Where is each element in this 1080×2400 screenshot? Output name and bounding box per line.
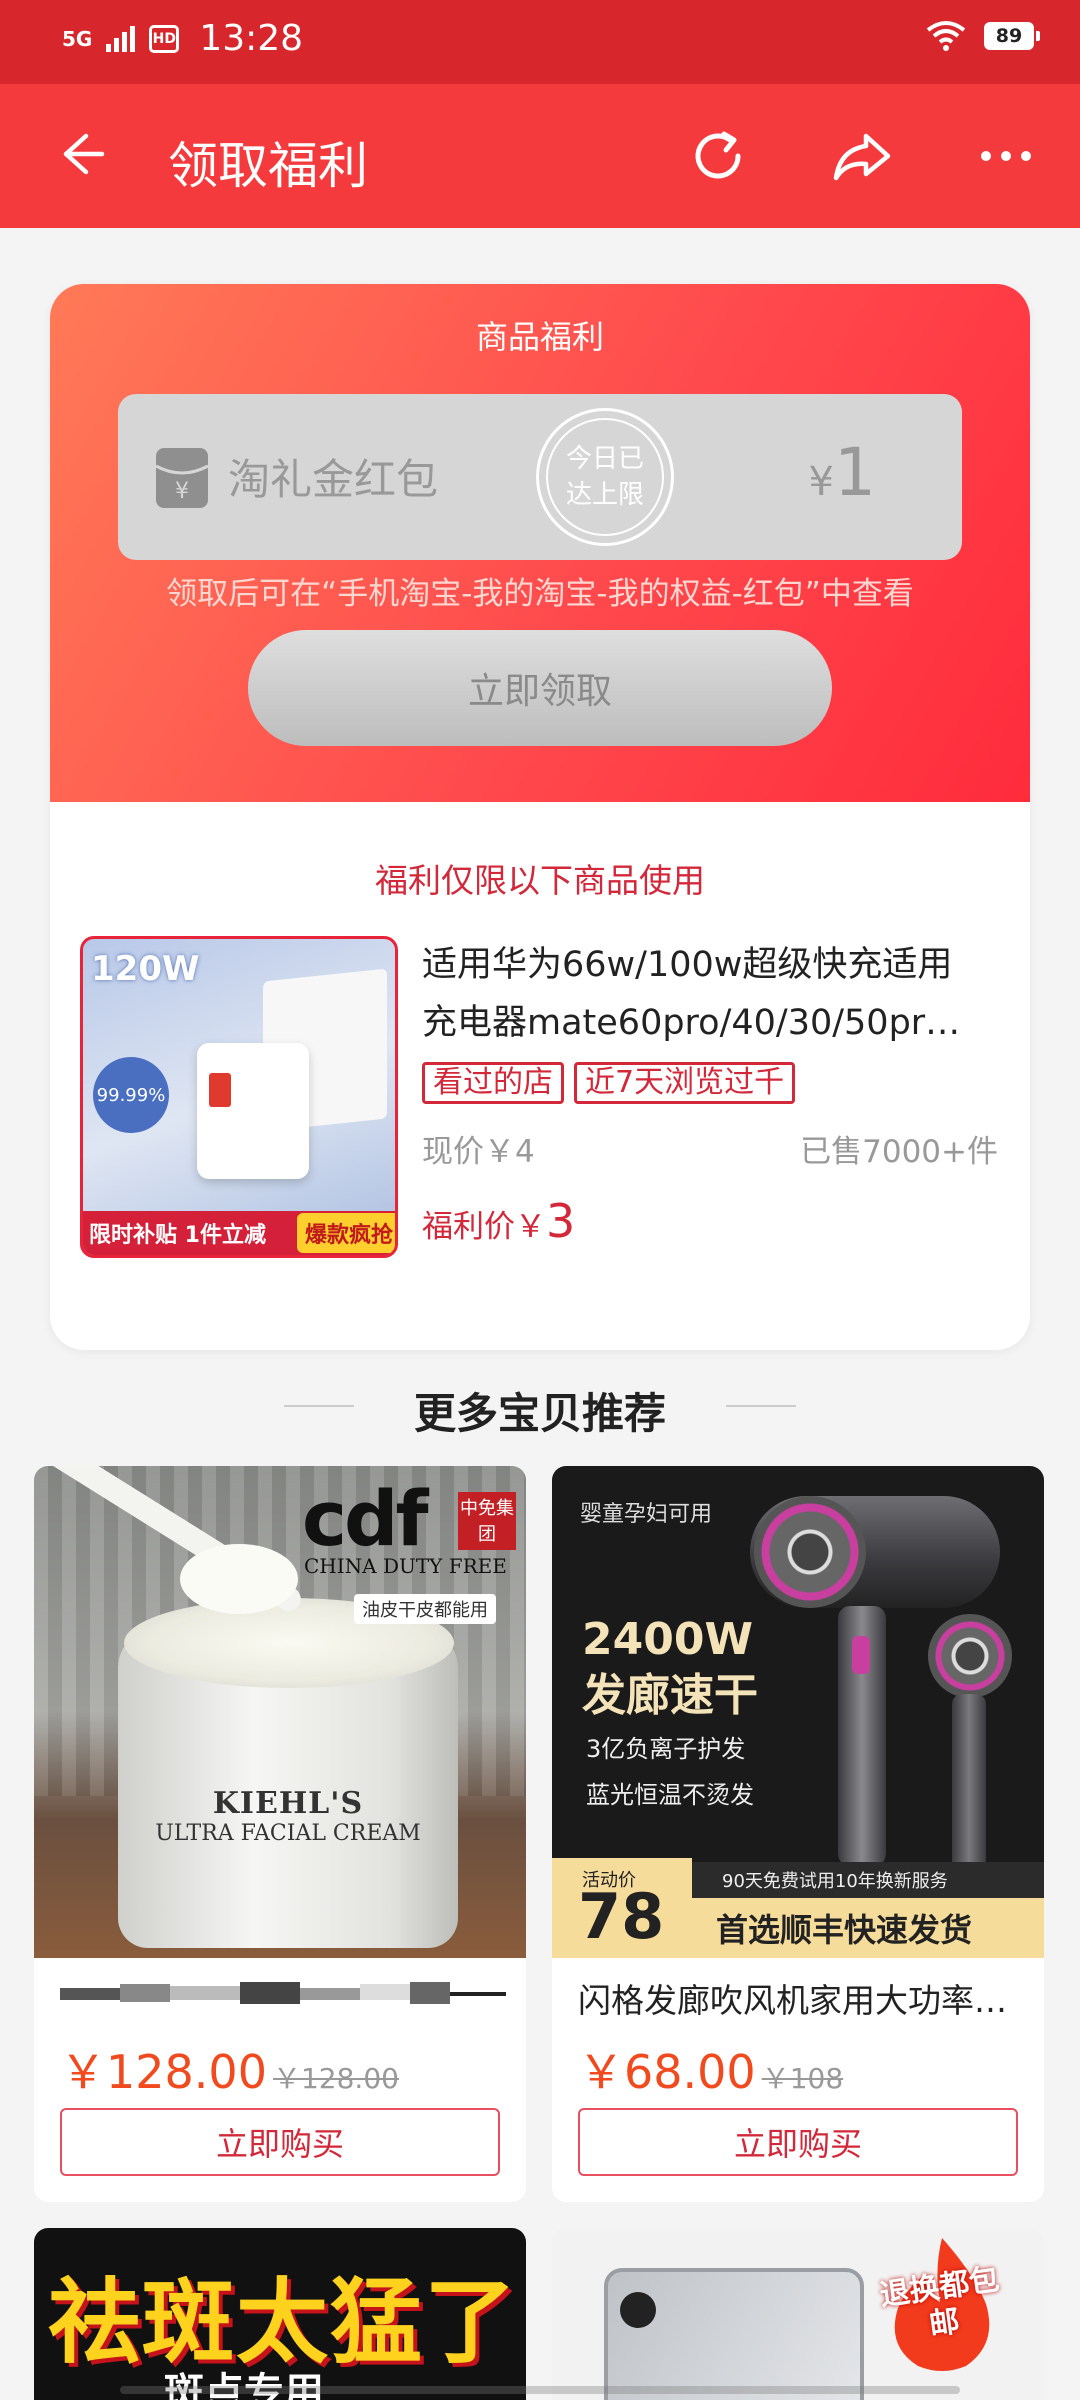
product-image[interactable]: 120W 99.99% 限时补贴 1件立减 爆款疯抢	[80, 936, 398, 1258]
dryer-small-text: 婴童孕妇可用	[580, 1502, 713, 1527]
cdf-tag: 中免集团	[458, 1492, 516, 1550]
product-tags: 看过的店 近7天浏览过千	[422, 1062, 796, 1104]
battery-icon: 89	[984, 22, 1040, 50]
cream-image[interactable]: KIEHL'S ULTRA FACIAL CREAM cdf 中免集团 CHIN…	[34, 1466, 526, 1958]
current-price: 现价￥4	[422, 1134, 535, 1170]
welfare-price-value: 3	[546, 1194, 576, 1248]
image-footer: 限时补贴 1件立减 爆款疯抢	[83, 1211, 395, 1255]
back-arrow-icon[interactable]	[52, 124, 112, 184]
price-current: ￥128.00	[60, 2045, 267, 2099]
image-tag: 120W	[91, 949, 200, 989]
refresh-icon[interactable]	[684, 122, 752, 190]
coupon-amount: ¥1	[809, 434, 876, 511]
red-packet-icon: ¥	[155, 448, 209, 508]
welfare-header: 商品福利 ¥ 淘礼金红包 今日已达上限 ¥1 领取后可在“手机淘宝-我的淘宝-我…	[50, 284, 1030, 802]
product-title[interactable]: 闪格发廊吹风机家用大功率…	[578, 1974, 1024, 2022]
cdf-logo: cdf	[302, 1474, 429, 1563]
cream-chip: 油皮干皮都能用	[354, 1594, 496, 1624]
product-title-line2: 充电器mate60pro/40/30/50pr…	[422, 1003, 961, 1043]
nav-bar: 领取福利	[0, 84, 1080, 228]
stamp-text: 今日已达上限	[546, 418, 664, 536]
clock: 13:28	[199, 18, 304, 59]
dryer-handle	[838, 1606, 886, 1866]
red-packet-coupon: ¥ 淘礼金红包 今日已达上限 ¥1	[118, 394, 962, 560]
jar-product-name: ULTRA FACIAL CREAM	[155, 1821, 421, 1846]
tag-popular: 近7天浏览过千	[574, 1062, 796, 1104]
hd-icon: HD	[149, 24, 180, 53]
cream-blob	[180, 1544, 298, 1614]
amount-value: 1	[834, 434, 876, 511]
product-price: ￥68.00 ￥108	[578, 2036, 843, 2102]
dryer-fan	[754, 1496, 866, 1608]
product-title[interactable]: 适用华为66w/100w超级快充适用 充电器mate60pro/40/30/50…	[422, 936, 982, 1052]
product-card-spot[interactable]: 祛斑太猛了 斑点专用	[34, 2228, 526, 2400]
buy-button[interactable]: 立即购买	[60, 2108, 500, 2176]
svg-text:¥: ¥	[175, 479, 189, 504]
jar-label: KIEHL'S ULTRA FACIAL CREAM	[132, 1786, 444, 1846]
coupon-name: 淘礼金红包	[228, 455, 439, 504]
welfare-price: 福利价￥3	[422, 1194, 575, 1248]
recommend-title: 更多宝贝推荐	[413, 1389, 666, 1438]
promo-price: 78	[578, 1880, 665, 1953]
dryer-subtext-2: 蓝光恒温不烫发	[586, 1781, 754, 1809]
blurred-title-icon	[60, 1982, 506, 2004]
dryer-subtext-1: 3亿负离子护发	[586, 1735, 746, 1763]
sold-count: 已售7000+件	[800, 1134, 998, 1170]
price-current: ￥68.00	[578, 2045, 756, 2099]
product-card-tablet[interactable]: 退换都包邮	[552, 2228, 1044, 2400]
product-card-dryer[interactable]: 婴童孕妇可用 2400W 发廊速干 3亿负离子护发 蓝光恒温不烫发 活动价 78…	[552, 1466, 1044, 2202]
camera-icon	[620, 2292, 656, 2328]
charger-shape	[197, 1043, 309, 1179]
dryer-small-head	[928, 1614, 1012, 1698]
divider-right	[726, 1405, 796, 1407]
price-original: ￥108	[761, 2062, 844, 2095]
more-icon[interactable]	[972, 122, 1040, 190]
currency-symbol: ¥	[808, 459, 834, 505]
tag-visited-store: 看过的店	[422, 1062, 564, 1104]
wifi-icon	[926, 21, 966, 51]
signal-icon	[106, 25, 136, 52]
welfare-heading: 商品福利	[475, 318, 604, 356]
page-title: 领取福利	[168, 137, 368, 195]
dryer-small-handle	[952, 1694, 986, 1884]
promo-right: 首选顺丰快速发货	[692, 1898, 1044, 1958]
dryer-headline: 2400W 发廊速干	[582, 1612, 758, 1724]
network-type: 5G	[62, 26, 93, 51]
image-footer-hot: 爆款疯抢	[296, 1213, 395, 1253]
claim-button[interactable]: 立即领取	[248, 630, 832, 746]
status-bar: 5G HD 13:28 89	[0, 0, 1080, 84]
dryer-subtext: 3亿负离子护发 蓝光恒温不烫发	[586, 1726, 754, 1818]
price-original: ￥128.00	[272, 2062, 399, 2095]
limit-reached-stamp: 今日已达上限	[536, 408, 674, 546]
share-icon[interactable]	[828, 122, 896, 190]
welfare-card: 商品福利 ¥ 淘礼金红包 今日已达上限 ¥1 领取后可在“手机淘宝-我的淘宝-我…	[50, 284, 1030, 1350]
promo-strip: 90天免费试用10年换新服务	[692, 1862, 1044, 1898]
home-indicator	[120, 2386, 960, 2394]
spot-subtext: 斑点专用	[164, 2370, 324, 2400]
image-footer-text: 限时补贴 1件立减	[89, 1223, 266, 1248]
promo-price-box: 活动价 78	[552, 1858, 692, 1958]
welfare-price-label: 福利价￥	[422, 1209, 546, 1245]
product-price: ￥128.00 ￥128.00	[60, 2036, 399, 2102]
dryer-headline-2: 发廊速干	[582, 1670, 758, 1721]
image-badge: 99.99%	[93, 1057, 169, 1133]
jar-brand: KIEHL'S	[212, 1786, 364, 1821]
limit-text: 福利仅限以下商品使用	[375, 861, 705, 900]
cdf-subtitle: CHINA DUTY FREE	[304, 1554, 507, 1578]
claim-note: 领取后可在“手机淘宝-我的淘宝-我的权益-红包”中查看	[166, 576, 914, 612]
product-title-line1: 适用华为66w/100w超级快充适用	[422, 945, 953, 985]
dryer-image[interactable]: 婴童孕妇可用 2400W 发廊速干 3亿负离子护发 蓝光恒温不烫发 活动价 78…	[552, 1466, 1044, 1958]
dryer-headline-1: 2400W	[582, 1614, 753, 1665]
dryer-promo: 活动价 78 90天免费试用10年换新服务 首选顺丰快速发货	[552, 1858, 1044, 1958]
product-title-blurred[interactable]	[60, 1974, 506, 2022]
buy-button[interactable]: 立即购买	[578, 2108, 1018, 2176]
product-card-cream[interactable]: KIEHL'S ULTRA FACIAL CREAM cdf 中免集团 CHIN…	[34, 1466, 526, 2202]
tablet-shape	[604, 2268, 864, 2400]
